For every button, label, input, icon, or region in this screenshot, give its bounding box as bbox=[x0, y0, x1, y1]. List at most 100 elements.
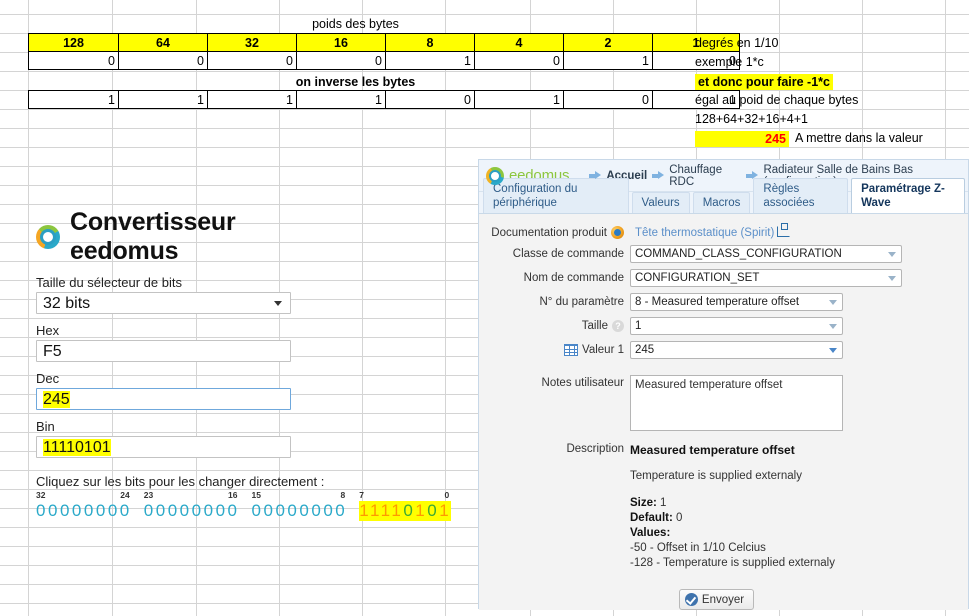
numero-parametre-select[interactable]: 8 - Measured temperature offset bbox=[630, 293, 843, 311]
description-default-row: Default: 0 bbox=[630, 511, 890, 526]
arrow-right-icon bbox=[589, 171, 602, 180]
bit-cell: 0 bbox=[296, 51, 386, 70]
grid-row-line bbox=[0, 128, 969, 129]
taille-select[interactable]: 1 bbox=[630, 317, 843, 335]
bit-group-highlighted[interactable]: 7 0 11110101 bbox=[359, 490, 452, 521]
breadcrumb-label: Chauffage RDC bbox=[669, 163, 723, 188]
tab-valeurs[interactable]: Valeurs bbox=[631, 192, 690, 213]
weight-cell: 2 bbox=[563, 33, 653, 52]
notes-utilisateur-textarea[interactable]: Measured temperature offset bbox=[630, 375, 843, 431]
bit-group-values[interactable]: 11110101 bbox=[359, 501, 452, 521]
bit-0[interactable]: 0 bbox=[228, 501, 240, 520]
note-exemple: exemple 1*c bbox=[695, 55, 764, 69]
bit-1[interactable]: 1 bbox=[359, 501, 370, 520]
bit-0[interactable]: 0 bbox=[263, 501, 275, 520]
page-title: Convertisseur eedomus bbox=[70, 208, 236, 265]
bit-group-values[interactable]: 00000000 bbox=[144, 501, 240, 521]
numero-parametre-value: 8 - Measured temperature offset bbox=[635, 296, 800, 308]
bit-0[interactable]: 0 bbox=[48, 501, 60, 520]
bit-0[interactable]: 0 bbox=[275, 501, 287, 520]
bit-0[interactable]: 0 bbox=[156, 501, 168, 520]
bit-0[interactable]: 0 bbox=[299, 501, 311, 520]
bit-0[interactable]: 0 bbox=[72, 501, 84, 520]
taille-value: 1 bbox=[635, 320, 642, 332]
bit-group-range: 7 0 bbox=[359, 490, 451, 501]
bit-group[interactable]: 32 24 00000000 bbox=[36, 490, 132, 521]
bit-1[interactable]: 1 bbox=[370, 501, 381, 520]
bit-0[interactable]: 0 bbox=[192, 501, 204, 520]
documentation-link-wrap[interactable]: Tête thermostatique (Spirit) bbox=[630, 223, 791, 239]
breadcrumb-item-chauffage[interactable]: Chauffage RDC bbox=[652, 164, 741, 188]
description-content: Measured temperature offset Temperature … bbox=[630, 443, 890, 571]
note-et-donc: et donc pour faire -1*c bbox=[695, 74, 833, 90]
bit-0[interactable]: 0 bbox=[36, 501, 48, 520]
bit-0[interactable]: 0 bbox=[108, 501, 120, 520]
bit-1[interactable]: 1 bbox=[381, 501, 392, 520]
envoyer-label: Envoyer bbox=[701, 593, 745, 606]
bit-0[interactable]: 0 bbox=[96, 501, 108, 520]
note-egal: égal au poid de chaque bytes bbox=[695, 93, 859, 107]
bit-0[interactable]: 0 bbox=[216, 501, 228, 520]
bit-0[interactable]: 0 bbox=[335, 501, 347, 520]
dec-input[interactable]: 245 bbox=[36, 388, 291, 410]
valeur-1-input[interactable]: 245 bbox=[630, 341, 843, 359]
bit-0[interactable]: 0 bbox=[168, 501, 180, 520]
tab-regles-associees[interactable]: Règles associées bbox=[753, 178, 849, 213]
tab-macros[interactable]: Macros bbox=[692, 192, 751, 213]
weight-cell: 8 bbox=[385, 33, 475, 52]
help-globe-icon[interactable] bbox=[611, 226, 624, 239]
documentation-link[interactable]: Tête thermostatique (Spirit) bbox=[635, 227, 774, 239]
bit-0[interactable]: 0 bbox=[323, 501, 335, 520]
arrow-right-icon bbox=[652, 171, 665, 180]
nom-de-commande-select[interactable]: CONFIGURATION_SET bbox=[630, 269, 902, 287]
bit-index-high: 15 bbox=[251, 490, 261, 500]
classe-de-commande-select[interactable]: COMMAND_CLASS_CONFIGURATION bbox=[630, 245, 902, 263]
bit-cell: 1 bbox=[474, 90, 564, 109]
bit-0[interactable]: 0 bbox=[144, 501, 156, 520]
envoyer-button[interactable]: Envoyer bbox=[678, 589, 755, 610]
field-nom-de-commande: Nom de commande CONFIGURATION_SET bbox=[479, 269, 954, 287]
classe-de-commande-wrap: COMMAND_CLASS_CONFIGURATION bbox=[630, 245, 902, 263]
bit-group-values[interactable]: 00000000 bbox=[36, 501, 132, 521]
bin-input[interactable]: 11110101 bbox=[36, 436, 291, 458]
bit-size-select[interactable]: 32 bits bbox=[36, 292, 291, 314]
field-numero-parametre: N° du paramètre 8 - Measured temperature… bbox=[479, 293, 954, 311]
hex-input[interactable]: F5 bbox=[36, 340, 291, 362]
bit-0[interactable]: 0 bbox=[311, 501, 323, 520]
arrow-right-icon bbox=[746, 171, 759, 180]
grid-row-line bbox=[0, 147, 969, 148]
bit-1[interactable]: 1 bbox=[391, 501, 403, 520]
label-on-inverse-les-bytes: on inverse les bytes bbox=[295, 75, 416, 89]
bit-0[interactable]: 0 bbox=[427, 501, 439, 520]
bit-cell: 1 bbox=[118, 90, 208, 109]
taille-wrap: 1 bbox=[630, 317, 843, 335]
eedomus-form: Documentation produit Tête thermostatiqu… bbox=[479, 214, 968, 610]
bit-0[interactable]: 0 bbox=[287, 501, 299, 520]
label-poids-des-bytes: poids des bytes bbox=[312, 17, 399, 31]
bit-0[interactable]: 0 bbox=[120, 501, 132, 520]
bit-0[interactable]: 0 bbox=[60, 501, 72, 520]
bit-0[interactable]: 0 bbox=[84, 501, 96, 520]
tab-configuration-peripherique[interactable]: Configuration du périphérique bbox=[483, 178, 629, 213]
bit-size-value: 32 bits bbox=[43, 295, 91, 312]
bit-group-values[interactable]: 00000000 bbox=[252, 501, 348, 521]
bit-0[interactable]: 0 bbox=[403, 501, 415, 520]
tab-parametrage-zwave[interactable]: Paramétrage Z-Wave bbox=[851, 178, 965, 213]
table-grid-icon[interactable] bbox=[564, 344, 579, 356]
bit-1[interactable]: 1 bbox=[415, 501, 427, 520]
bit-1[interactable]: 1 bbox=[439, 501, 451, 520]
bit-cell: 0 bbox=[207, 51, 297, 70]
bit-0[interactable]: 0 bbox=[180, 501, 192, 520]
weight-cell: 4 bbox=[474, 33, 564, 52]
bit-group[interactable]: 15 8 00000000 bbox=[252, 490, 348, 521]
taille-text: Taille bbox=[581, 320, 608, 332]
nom-de-commande-value: CONFIGURATION_SET bbox=[635, 272, 760, 284]
bit-0[interactable]: 0 bbox=[252, 501, 264, 520]
bit-group[interactable]: 23 16 00000000 bbox=[144, 490, 240, 521]
question-mark-icon[interactable]: ? bbox=[612, 320, 624, 332]
bit-index-high: 7 bbox=[359, 490, 364, 500]
bit-0[interactable]: 0 bbox=[204, 501, 216, 520]
bit-group-range: 15 8 bbox=[252, 490, 348, 501]
weight-cell: 128 bbox=[28, 33, 119, 52]
bit-toggle-grid[interactable]: 32 24 00000000 23 16 00000000 15 8 00000… bbox=[36, 490, 496, 521]
